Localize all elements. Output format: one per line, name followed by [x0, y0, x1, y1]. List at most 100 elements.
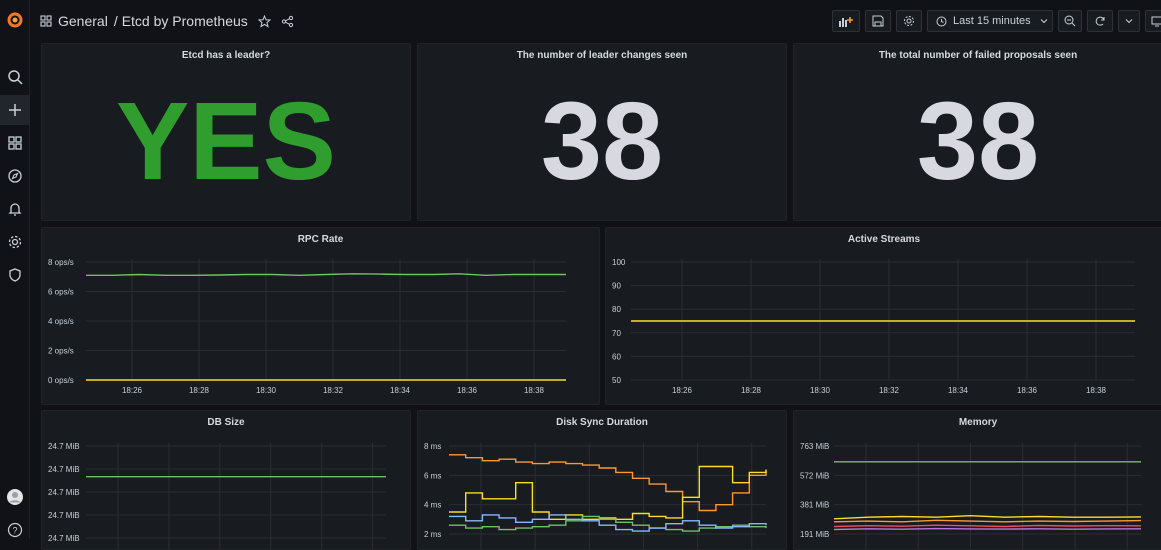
plus-icon[interactable] — [0, 95, 30, 125]
refresh-button[interactable] — [1087, 10, 1113, 32]
breadcrumb-folder[interactable]: General — [58, 13, 108, 29]
y-tick-label: 6 ms — [424, 471, 441, 480]
series-line — [86, 273, 566, 277]
x-tick-label: 18:34 — [948, 386, 969, 395]
time-picker[interactable]: Last 15 minutes — [927, 10, 1053, 32]
y-tick-label: 60 — [612, 352, 621, 361]
stat-value: YES — [115, 80, 337, 203]
x-tick-label: 18:32 — [879, 386, 900, 395]
settings-button[interactable] — [896, 10, 922, 32]
refresh-icon — [1095, 16, 1105, 26]
breadcrumb: General / Etcd by Prometheus — [40, 13, 294, 29]
y-tick-label: 8 ms — [424, 442, 441, 451]
share-icon[interactable] — [281, 15, 294, 28]
avatar[interactable] — [0, 482, 30, 512]
breadcrumb-separator: / — [113, 13, 118, 29]
x-tick-label: 18:34 — [390, 386, 411, 395]
dashboards-icon[interactable] — [0, 128, 30, 158]
active-streams-panel[interactable]: Active Streams 50 60 70 80 90 100 18:26 18:28 18… — [605, 227, 1161, 405]
series-line — [833, 524, 1142, 528]
y-tick-label: 2 ops/s — [48, 347, 74, 356]
chevron-down-icon — [1125, 19, 1133, 24]
stat-value: 38 — [916, 80, 1040, 203]
y-tick-label: 24.7 MiB — [48, 465, 80, 474]
x-tick-label: 18:26 — [672, 386, 693, 395]
stat-panel-leader-changes[interactable]: The number of leader changes seen 38 — [417, 43, 787, 221]
y-tick-label: 572 MiB — [800, 471, 829, 480]
save-icon — [872, 15, 884, 27]
series-line — [449, 454, 767, 512]
y-tick-label: 2 ms — [424, 530, 441, 539]
panel-title: The number of leader changes seen — [516, 50, 688, 61]
x-tick-label: 18:30 — [810, 386, 831, 395]
y-tick-label: 0 ops/s — [48, 376, 74, 385]
search-icon[interactable] — [0, 62, 30, 92]
x-tick-label: 18:36 — [1017, 386, 1038, 395]
y-tick-label: 90 — [612, 282, 621, 291]
toolbar: Last 15 minutes — [832, 10, 1161, 32]
rpc-rate-panel[interactable]: RPC Rate 0 ops/s 2 ops/s 4 ops/s 6 ops/s 8 o… — [41, 227, 600, 405]
series-line — [449, 465, 767, 520]
y-tick-label: 763 MiB — [800, 442, 829, 451]
y-tick-label: 50 — [612, 376, 621, 385]
time-range-label: Last 15 minutes — [953, 15, 1031, 27]
zoom-out-icon — [1064, 15, 1076, 27]
series-line — [833, 527, 1142, 531]
save-button[interactable] — [865, 10, 891, 32]
zoom-out-button[interactable] — [1058, 10, 1082, 32]
db-size-panel[interactable]: DB Size 24.7 MiB 24.7 MiB 24.7 MiB 24.7 MiB… — [41, 410, 411, 550]
disk-sync-panel[interactable]: Disk Sync Duration 2 ms 4 ms 6 ms 8 ms — [417, 410, 787, 550]
y-tick-label: 4 ops/s — [48, 317, 74, 326]
x-tick-label: 18:30 — [256, 386, 277, 395]
grafana-logo-icon[interactable] — [0, 5, 30, 35]
series-line — [449, 515, 767, 532]
db-size-chart: 24.7 MiB24.7 MiB24.7 MiB24.7 MiB24.7 MiB — [48, 442, 386, 549]
tv-mode-button[interactable] — [1145, 10, 1161, 32]
y-tick-label: 24.7 MiB — [48, 511, 80, 520]
rpc-rate-chart: 0 ops/s 2 ops/s 4 ops/s 6 ops/s 8 ops/s 18:26… — [48, 258, 566, 395]
y-tick-label: 24.7 MiB — [48, 442, 80, 451]
memory-panel[interactable]: Memory 191 MiB 381 MiB 572 MiB 763 MiB — [793, 410, 1161, 550]
shield-icon[interactable] — [0, 260, 30, 290]
y-tick-label: 8 ops/s — [48, 258, 74, 267]
sidebar: ? — [0, 0, 30, 539]
dashboard-title[interactable]: Etcd by Prometheus — [122, 13, 248, 29]
y-tick-label: 70 — [612, 329, 621, 338]
top-bar: General / Etcd by Prometheus Last 15 min… — [30, 0, 1161, 42]
chevron-down-icon — [1040, 19, 1048, 24]
refresh-interval-dropdown[interactable] — [1118, 10, 1140, 32]
gear-icon — [904, 16, 914, 26]
gear-icon[interactable] — [0, 227, 30, 257]
clock-icon — [936, 16, 947, 26]
y-tick-label: 6 ops/s — [48, 288, 74, 297]
panel-title: Etcd has a leader? — [181, 50, 271, 61]
y-tick-label: 4 ms — [424, 501, 441, 510]
x-tick-label: 18:28 — [189, 386, 210, 395]
stat-value: 38 — [540, 80, 664, 203]
add-panel-button[interactable] — [832, 10, 860, 32]
disk-sync-chart: 2 ms 4 ms 6 ms 8 ms — [424, 442, 767, 549]
monitor-icon — [1151, 16, 1161, 27]
series-line — [833, 519, 1142, 523]
x-tick-label: 18:36 — [457, 386, 478, 395]
x-tick-label: 18:28 — [741, 386, 762, 395]
y-tick-label: 80 — [612, 305, 621, 314]
bar-chart-add-icon — [839, 17, 853, 27]
active-streams-chart: 50 60 70 80 90 100 18:26 18:28 18:30 18:32 18:34 18… — [612, 258, 1135, 395]
y-tick-label: 24.7 MiB — [48, 488, 80, 497]
y-tick-label: 100 — [612, 258, 626, 267]
x-tick-label: 18:38 — [524, 386, 545, 395]
stat-panel-failed-proposals[interactable]: The total number of failed proposals see… — [793, 43, 1161, 221]
svg-text:?: ? — [12, 526, 17, 536]
y-tick-label: 191 MiB — [800, 530, 829, 539]
series-line — [833, 514, 1142, 520]
help-icon[interactable]: ? — [0, 515, 30, 545]
y-tick-label: 381 MiB — [800, 501, 829, 510]
x-tick-label: 18:32 — [323, 386, 344, 395]
compass-icon[interactable] — [0, 161, 30, 191]
dashboards-grid-icon — [40, 15, 52, 27]
star-icon[interactable] — [257, 14, 271, 28]
memory-chart: 191 MiB 381 MiB 572 MiB 763 MiB — [800, 442, 1142, 549]
stat-panel-leader[interactable]: Etcd has a leader? YES — [41, 43, 411, 221]
bell-icon[interactable] — [0, 194, 30, 224]
